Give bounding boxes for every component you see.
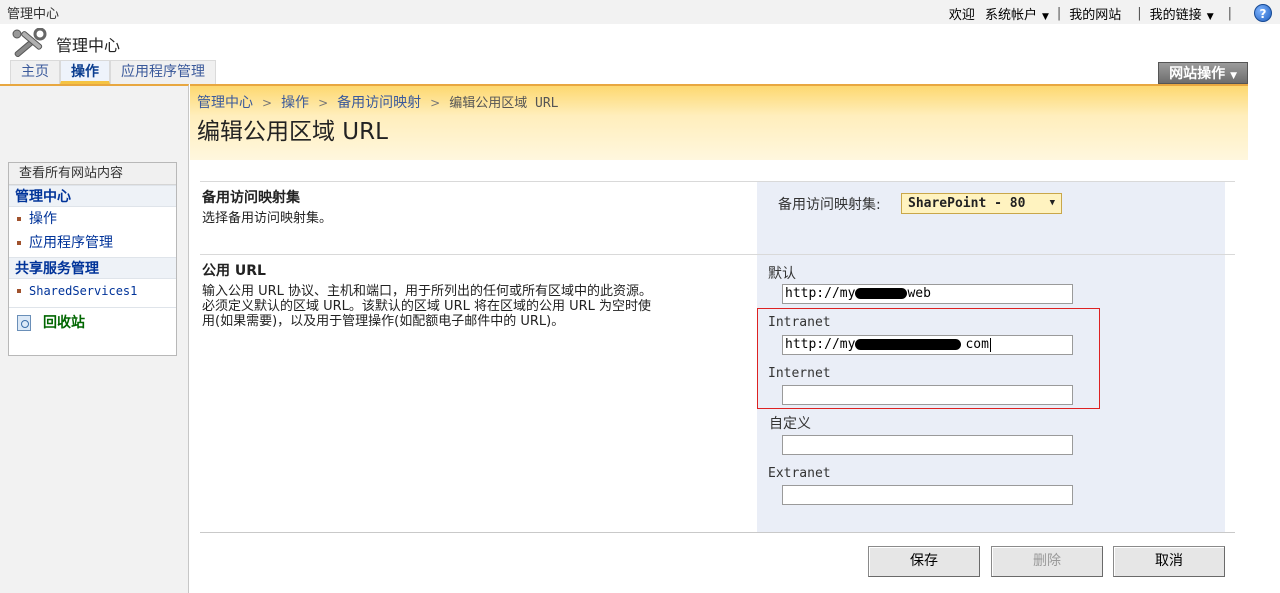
account-menu[interactable]: 系统帐户 ▼ <box>985 4 1049 23</box>
url-suffix: com <box>965 337 989 352</box>
breadcrumb: 管理中心 > 操作 > 备用访问映射 > 编辑公用区域 URL <box>197 92 559 112</box>
url-prefix: http://my <box>785 286 856 301</box>
main-content: 备用访问映射集 选择备用访问映射集。 备用访问映射集: SharePoint -… <box>190 160 1248 593</box>
cancel-button[interactable]: 取消 <box>1113 546 1225 577</box>
breadcrumb-alternate-access[interactable]: 备用访问映射 <box>337 95 421 111</box>
section-divider <box>200 254 1235 255</box>
chevron-right-icon: > <box>318 96 329 110</box>
recycle-bin-icon <box>17 315 31 331</box>
zone-input-internet[interactable] <box>782 385 1073 405</box>
ql-header-shared-services[interactable]: 共享服务管理 <box>9 257 176 279</box>
ql-header-central-admin[interactable]: 管理中心 <box>9 185 176 207</box>
zone-label-default: 默认 <box>768 266 796 282</box>
save-button[interactable]: 保存 <box>868 546 980 577</box>
recycle-bin-link[interactable]: 回收站 <box>9 307 176 337</box>
breadcrumb-operations[interactable]: 操作 <box>281 95 309 111</box>
tab-application-management[interactable]: 应用程序管理 <box>110 60 216 84</box>
separator: | <box>1137 5 1142 21</box>
page-header: 管理中心 > 操作 > 备用访问映射 > 编辑公用区域 URL 编辑公用区域 URL <box>190 84 1248 160</box>
chevron-right-icon: > <box>262 96 273 110</box>
view-all-site-content-link[interactable]: 查看所有网站内容 <box>9 163 176 185</box>
account-label: 系统帐户 <box>984 7 1037 23</box>
bullet-icon <box>17 217 21 221</box>
left-navigation: 查看所有网站内容 管理中心 操作 应用程序管理 共享服务管理 SharedSer… <box>0 84 189 593</box>
title-area: 管理中心 主页 操作 应用程序管理 <box>0 24 1280 84</box>
chevron-down-icon: ▼ <box>1230 71 1237 81</box>
url-prefix: http://my <box>785 337 856 352</box>
ql-item-label: 操作 <box>29 211 57 227</box>
tools-icon <box>12 28 47 58</box>
top-nav-tabs: 主页 操作 应用程序管理 <box>10 60 216 84</box>
desc-line: 必须定义默认的区域 URL。该默认的区域 URL 将在区域的公用 URL 为空时… <box>202 299 652 314</box>
help-icon[interactable]: ? <box>1254 4 1272 22</box>
redacted-mark <box>855 288 908 299</box>
ql-item-label: 应用程序管理 <box>29 235 113 251</box>
zone-label-intranet: Intranet <box>768 315 831 330</box>
mapping-section-title: 备用访问映射集 <box>202 190 300 206</box>
bullet-icon <box>17 289 21 293</box>
my-links-label: 我的链接 <box>1149 7 1202 23</box>
url-section-desc: 输入公用 URL 协议、主机和端口，用于所列出的任何或所有区域中的此资源。 必须… <box>202 284 742 329</box>
text-cursor <box>989 337 991 352</box>
form-bottom-divider <box>200 532 1235 533</box>
my-links-menu[interactable]: 我的链接 ▼ <box>1150 4 1214 23</box>
desc-line: 用(如果需要)，以及用于管理操作(如配额电子邮件中的 URL)。 <box>202 314 565 329</box>
zone-input-custom[interactable] <box>782 435 1073 455</box>
mapping-section-desc: 选择备用访问映射集。 <box>202 211 333 226</box>
breadcrumb-central-admin[interactable]: 管理中心 <box>197 95 253 111</box>
separator: | <box>1227 5 1232 21</box>
url-section-title: 公用 URL <box>202 260 266 280</box>
chevron-right-icon: > <box>430 96 441 110</box>
mapping-selected-value: SharePoint - 80 <box>908 196 1026 211</box>
desc-line: 输入公用 URL 协议、主机和端口，用于所列出的任何或所有区域中的此资源。 <box>202 284 653 299</box>
separator: | <box>1056 5 1062 21</box>
ql-item-shared-services1[interactable]: SharedServices1 <box>9 279 176 303</box>
app-title: 管理中心 <box>56 36 121 55</box>
my-site-link[interactable]: 我的网站 <box>1069 4 1121 23</box>
site-label[interactable]: 管理中心 <box>7 3 59 22</box>
topbar-right: 欢迎 系统帐户 ▼ | 我的网站 | 我的链接 ▼ | ? <box>949 3 1272 23</box>
recycle-bin-label: 回收站 <box>43 315 85 331</box>
mapping-select-label: 备用访问映射集: <box>778 197 881 213</box>
site-actions-menu[interactable]: 网站操作 ▼ <box>1158 62 1248 84</box>
url-section-title-text: 公用 URL <box>202 263 266 279</box>
ql-item-application-management[interactable]: 应用程序管理 <box>9 231 176 255</box>
breadcrumb-current: 编辑公用区域 URL <box>449 96 559 111</box>
chevron-down-icon: ▼ <box>1041 11 1049 22</box>
zone-input-intranet[interactable]: http://my com <box>782 335 1073 355</box>
tab-operations[interactable]: 操作 <box>60 60 110 84</box>
bullet-icon <box>17 241 21 245</box>
chevron-down-icon: ▼ <box>1206 11 1214 22</box>
welcome-text: 欢迎 <box>948 7 975 23</box>
site-actions-label: 网站操作 <box>1169 66 1226 82</box>
url-suffix: web <box>907 286 931 301</box>
zone-label-internet: Internet <box>768 366 831 381</box>
ql-item-label: SharedServices1 <box>29 284 138 298</box>
ql-item-operations[interactable]: 操作 <box>9 207 176 231</box>
delete-button[interactable]: 删除 <box>991 546 1103 577</box>
zone-label-custom: 自定义 <box>769 416 811 432</box>
global-topbar: 管理中心 欢迎 系统帐户 ▼ | 我的网站 | 我的链接 ▼ | ? <box>0 0 1280 24</box>
quick-launch: 查看所有网站内容 管理中心 操作 应用程序管理 共享服务管理 SharedSer… <box>8 162 177 356</box>
zone-label-extranet: Extranet <box>768 466 831 481</box>
mapping-collection-select[interactable]: SharePoint - 80 ▼ <box>901 193 1062 214</box>
zone-input-default[interactable]: http://my web <box>782 284 1073 304</box>
zone-input-extranet[interactable] <box>782 485 1073 505</box>
chevron-down-icon: ▼ <box>1049 198 1055 208</box>
page-title: 编辑公用区域 URL <box>197 119 388 145</box>
redacted-mark <box>855 339 962 350</box>
tab-home[interactable]: 主页 <box>10 60 60 84</box>
